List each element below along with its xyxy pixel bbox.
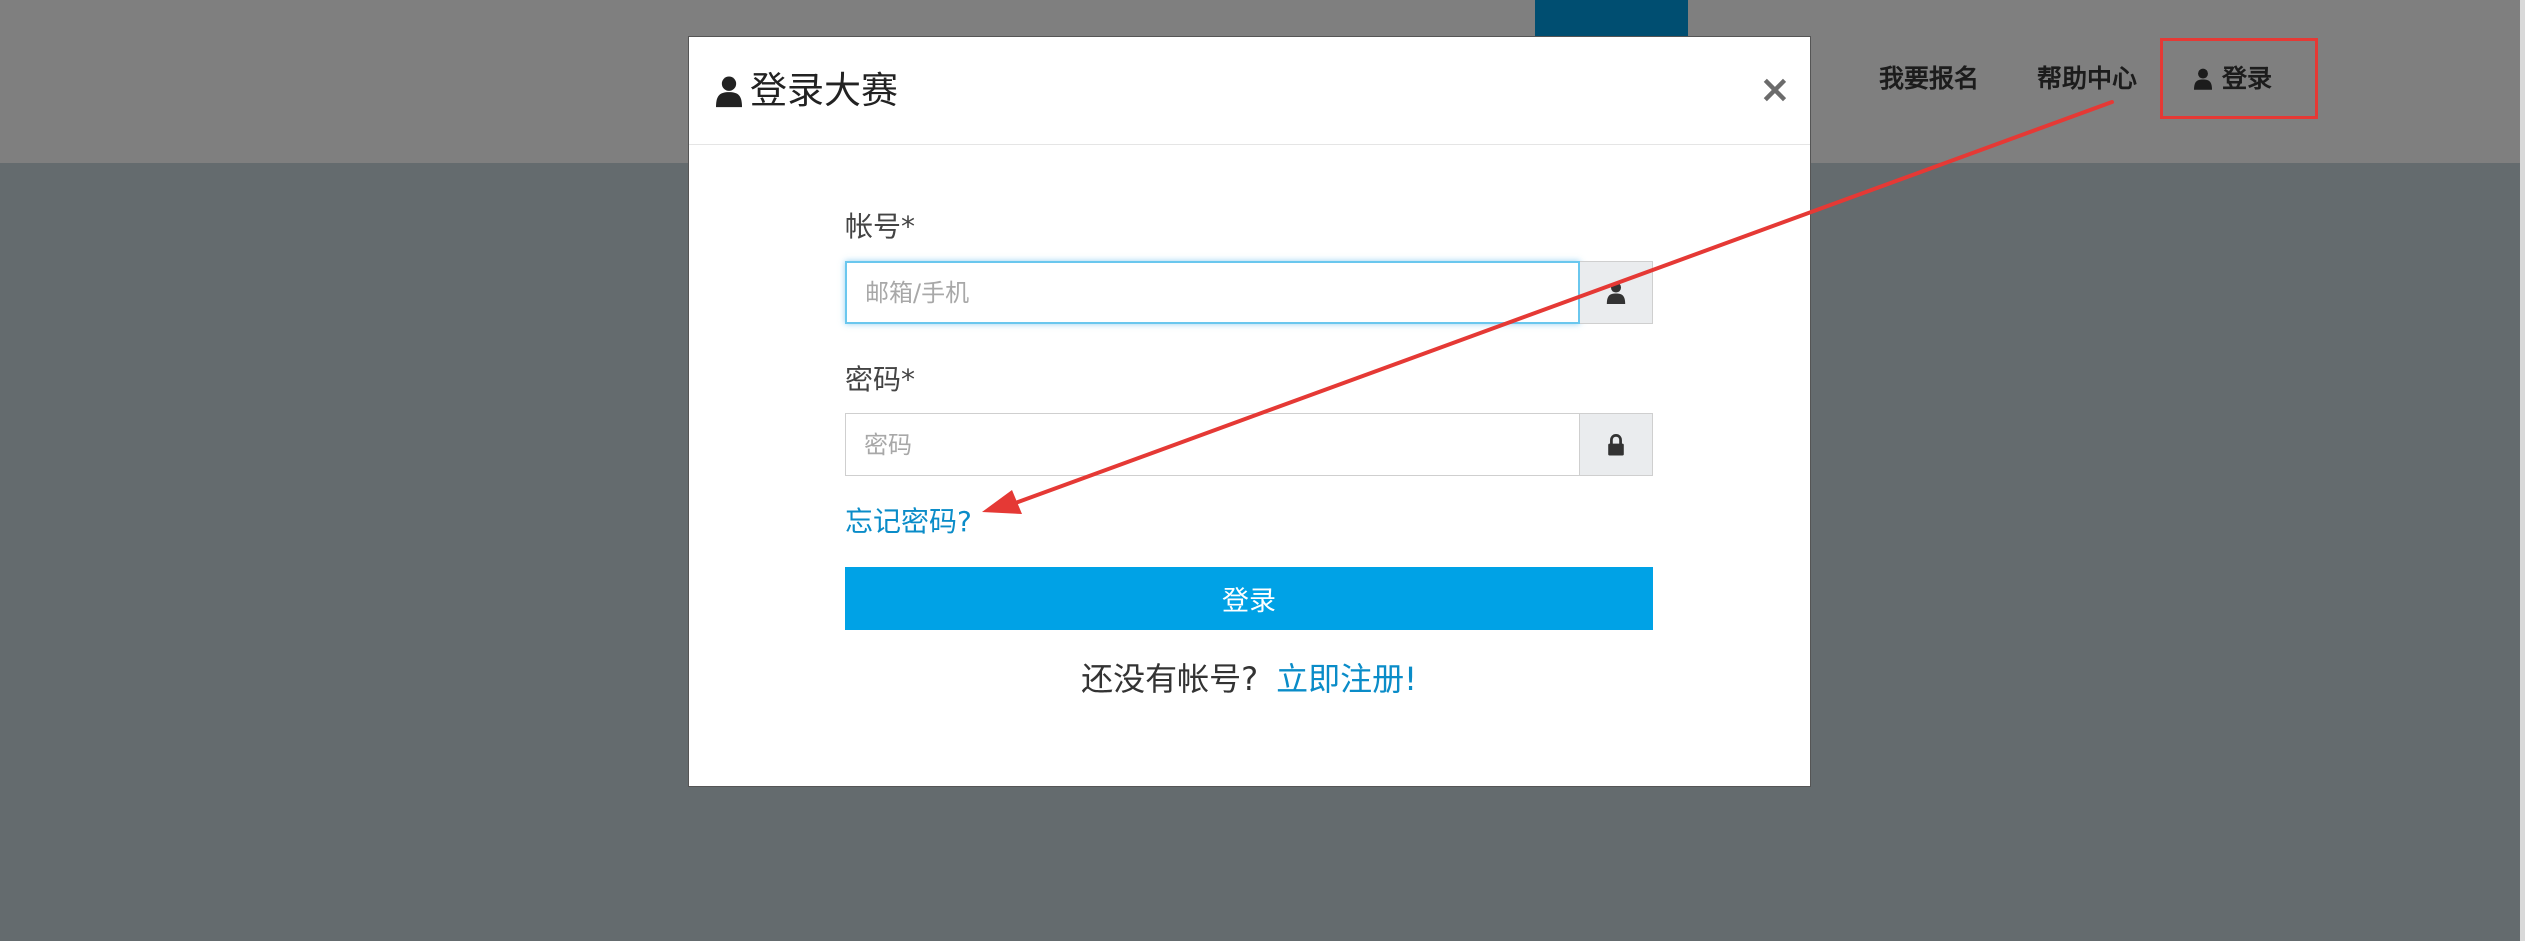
password-input-addon [1580, 413, 1653, 476]
modal-title-text: 登录大赛 [750, 69, 898, 112]
register-row: 还没有帐号? 立即注册! [845, 657, 1653, 701]
close-icon[interactable]: × [1759, 65, 1791, 113]
password-field-label: 密码* [845, 363, 916, 396]
register-link[interactable]: 立即注册! [1276, 660, 1417, 698]
login-highlight-box [2160, 38, 2318, 119]
modal-header: 登录大赛 × [689, 37, 1810, 145]
register-prompt: 还没有帐号? [1081, 660, 1259, 698]
password-input-group [845, 413, 1653, 476]
nav-item-signup[interactable]: 我要报名 [1879, 62, 1979, 96]
modal-title: 登录大赛 [716, 67, 898, 115]
password-input[interactable] [845, 413, 1580, 476]
nav-active-tab-indicator [1535, 0, 1688, 36]
forgot-password-link[interactable]: 忘记密码? [845, 503, 972, 541]
user-icon [716, 76, 742, 107]
account-input[interactable] [845, 261, 1580, 324]
account-input-addon [1580, 261, 1653, 324]
page-scrollbar[interactable] [2520, 0, 2525, 941]
account-input-group [845, 261, 1653, 324]
login-submit-button[interactable]: 登录 [845, 567, 1653, 630]
account-field-label: 帐号* [845, 210, 916, 243]
user-icon [1606, 281, 1626, 304]
page-backdrop: 我要报名 帮助中心 登录 登录大赛 × 帐号* 邮箱/手机 密码* 忘记密码? … [0, 0, 2525, 941]
nav-item-help-center[interactable]: 帮助中心 [2037, 62, 2137, 96]
lock-icon [1608, 433, 1624, 456]
login-modal: 登录大赛 × 帐号* 密码* 忘记密码? [688, 36, 1811, 787]
